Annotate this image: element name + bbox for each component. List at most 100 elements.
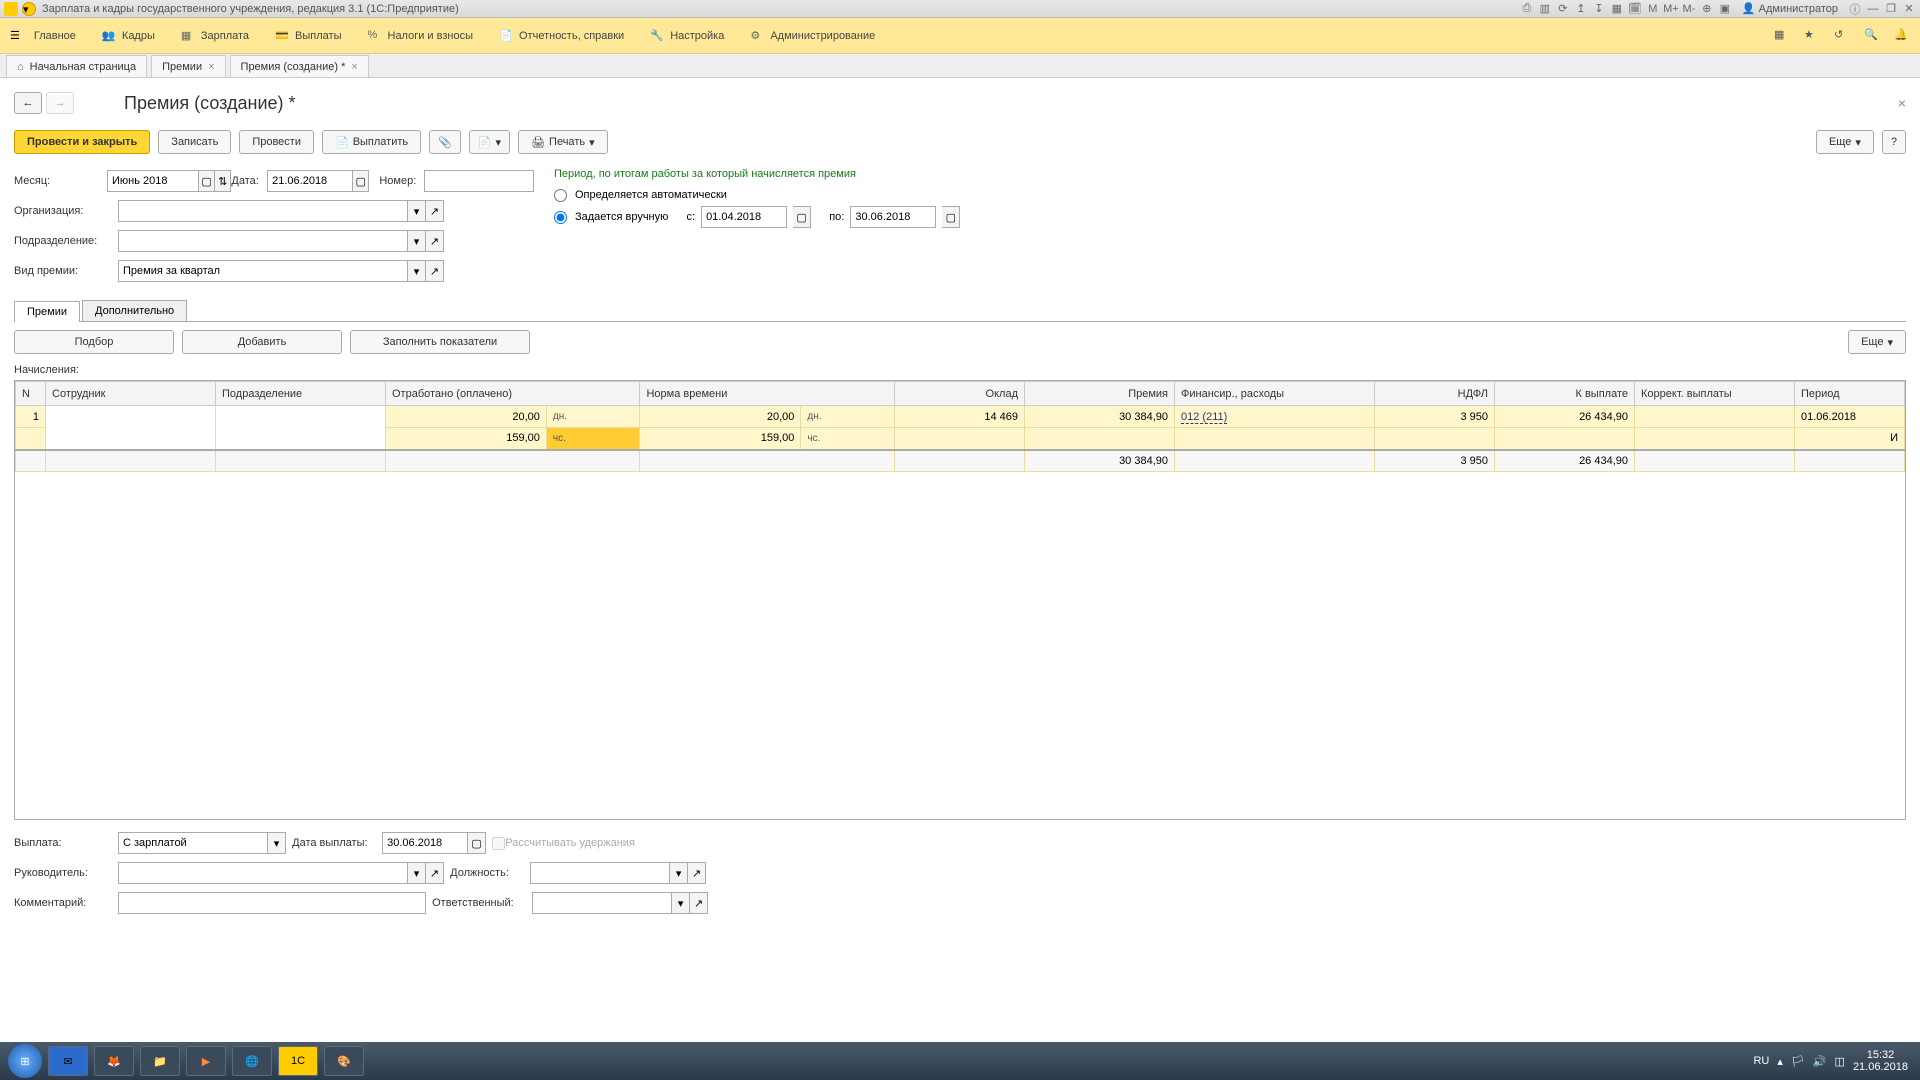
- more-button[interactable]: Еще ▾: [1816, 130, 1874, 154]
- info-icon[interactable]: ⓘ: [1848, 2, 1862, 16]
- pay-button[interactable]: 📄Выплатить: [322, 130, 421, 154]
- calendar-icon[interactable]: ▢: [942, 206, 960, 228]
- responsible-input[interactable]: [532, 892, 672, 914]
- table-more-button[interactable]: Еще ▾: [1848, 330, 1906, 354]
- org-input[interactable]: [118, 200, 408, 222]
- section-reports[interactable]: 📄Отчетность, справки: [499, 29, 624, 43]
- calendar-icon[interactable]: ▢: [468, 832, 486, 854]
- close-icon[interactable]: ✕: [1902, 2, 1916, 16]
- tb-icon[interactable]: M: [1646, 2, 1660, 16]
- tab-home[interactable]: Начальная страница: [6, 55, 147, 77]
- table-row[interactable]: 1 20,00 дн. 20,00 дн. 14 469 30 384,90 0…: [16, 406, 1905, 428]
- tb-icon[interactable]: ⎙: [1520, 2, 1534, 16]
- taskbar-app[interactable]: 🌐: [232, 1046, 272, 1076]
- tray-flag-icon[interactable]: 🏳: [1791, 1055, 1805, 1068]
- date-input[interactable]: [267, 170, 353, 192]
- period-manual-radio[interactable]: [554, 211, 567, 224]
- apps-icon[interactable]: ▦: [1774, 28, 1790, 44]
- dropdown-icon[interactable]: ▾: [268, 832, 286, 854]
- tray-clock[interactable]: 15:32 21.06.2018: [1853, 1049, 1912, 1073]
- col-ndfl[interactable]: НДФЛ: [1375, 382, 1495, 406]
- col-norm[interactable]: Норма времени: [640, 382, 895, 406]
- tab-bonuses[interactable]: Премии: [14, 301, 80, 322]
- create-based-on-button[interactable]: 📄 ▾: [469, 130, 510, 154]
- open-icon[interactable]: ↗: [426, 230, 444, 252]
- tb-icon[interactable]: ⊕: [1700, 2, 1714, 16]
- open-icon[interactable]: ↗: [690, 892, 708, 914]
- dropdown-icon[interactable]: ▾: [408, 230, 426, 252]
- dept-input[interactable]: [118, 230, 408, 252]
- cell-employee[interactable]: [46, 406, 216, 450]
- date-calendar-icon[interactable]: ▢: [353, 170, 369, 192]
- calendar-icon[interactable]: ▢: [793, 206, 811, 228]
- dropdown-icon[interactable]: ▾: [408, 200, 426, 222]
- app-menu-dropdown-icon[interactable]: ▾: [22, 2, 36, 16]
- tab-bonuses-list[interactable]: Премии×: [151, 55, 225, 77]
- nav-back-button[interactable]: ←: [14, 92, 42, 114]
- period-auto-radio[interactable]: [554, 189, 567, 202]
- post-and-close-button[interactable]: Провести и закрыть: [14, 130, 150, 154]
- dropdown-icon[interactable]: ▾: [670, 862, 688, 884]
- col-n[interactable]: N: [16, 382, 46, 406]
- tray-up-icon[interactable]: ▴: [1777, 1055, 1783, 1068]
- taskbar-app[interactable]: 1С: [278, 1046, 318, 1076]
- col-period[interactable]: Период: [1795, 382, 1905, 406]
- manager-input[interactable]: [118, 862, 408, 884]
- section-personnel[interactable]: 👥Кадры: [102, 29, 155, 43]
- section-payments[interactable]: 💳Выплаты: [275, 29, 341, 43]
- close-icon[interactable]: ×: [351, 61, 357, 73]
- tray-sound-icon[interactable]: 🔊: [1813, 1055, 1827, 1068]
- number-input[interactable]: [424, 170, 534, 192]
- taskbar-app[interactable]: ▶: [186, 1046, 226, 1076]
- tb-icon[interactable]: ↧: [1592, 2, 1606, 16]
- comment-input[interactable]: [118, 892, 426, 914]
- start-button[interactable]: ⊞: [8, 1044, 42, 1078]
- open-icon[interactable]: ↗: [426, 200, 444, 222]
- fill-indicators-button[interactable]: Заполнить показатели: [350, 330, 530, 354]
- save-button[interactable]: Записать: [158, 130, 231, 154]
- col-corr[interactable]: Коррект. выплаты: [1635, 382, 1795, 406]
- taskbar-app[interactable]: ✉: [48, 1046, 88, 1076]
- taskbar-app[interactable]: 📁: [140, 1046, 180, 1076]
- open-icon[interactable]: ↗: [426, 260, 444, 282]
- section-taxes[interactable]: %Налоги и взносы: [368, 29, 474, 43]
- payment-mode-input[interactable]: [118, 832, 268, 854]
- period-from-input[interactable]: [701, 206, 787, 228]
- tb-icon[interactable]: M+: [1664, 2, 1678, 16]
- pick-button[interactable]: Подбор: [14, 330, 174, 354]
- dropdown-icon[interactable]: ▾: [672, 892, 690, 914]
- history-icon[interactable]: ↺: [1834, 28, 1850, 44]
- maximize-icon[interactable]: ❐: [1884, 2, 1898, 16]
- help-button[interactable]: ?: [1882, 130, 1906, 154]
- tab-additional[interactable]: Дополнительно: [82, 300, 187, 321]
- taskbar-app[interactable]: 🎨: [324, 1046, 364, 1076]
- current-user[interactable]: 👤 Администратор: [1736, 2, 1844, 15]
- print-button[interactable]: 🖨 Печать ▾: [518, 130, 608, 154]
- section-settings[interactable]: 🔧Настройка: [650, 29, 724, 43]
- section-admin[interactable]: ⚙Администрирование: [750, 29, 875, 43]
- accruals-table[interactable]: N Сотрудник Подразделение Отработано (оп…: [14, 380, 1906, 820]
- dropdown-icon[interactable]: ▾: [408, 260, 426, 282]
- col-dept[interactable]: Подразделение: [216, 382, 386, 406]
- close-page-icon[interactable]: ×: [1898, 95, 1906, 111]
- period-to-input[interactable]: [850, 206, 936, 228]
- payment-date-input[interactable]: [382, 832, 468, 854]
- tb-icon[interactable]: ▦: [1610, 2, 1624, 16]
- minimize-icon[interactable]: —: [1866, 2, 1880, 16]
- tb-icon[interactable]: ↥: [1574, 2, 1588, 16]
- nav-forward-button[interactable]: →: [46, 92, 74, 114]
- bell-icon[interactable]: 🔔: [1894, 28, 1910, 44]
- tb-icon[interactable]: ⟳: [1556, 2, 1570, 16]
- search-icon[interactable]: 🔍: [1864, 28, 1880, 44]
- add-button[interactable]: Добавить: [182, 330, 342, 354]
- month-input[interactable]: [107, 170, 199, 192]
- col-bonus[interactable]: Премия: [1025, 382, 1175, 406]
- col-finance[interactable]: Финансир., расходы: [1175, 382, 1375, 406]
- post-button[interactable]: Провести: [239, 130, 314, 154]
- burger-icon[interactable]: ☰: [10, 29, 20, 42]
- finance-link[interactable]: 012 (211): [1181, 411, 1227, 424]
- col-employee[interactable]: Сотрудник: [46, 382, 216, 406]
- cell-dept[interactable]: [216, 406, 386, 450]
- col-topay[interactable]: К выплате: [1495, 382, 1635, 406]
- open-icon[interactable]: ↗: [426, 862, 444, 884]
